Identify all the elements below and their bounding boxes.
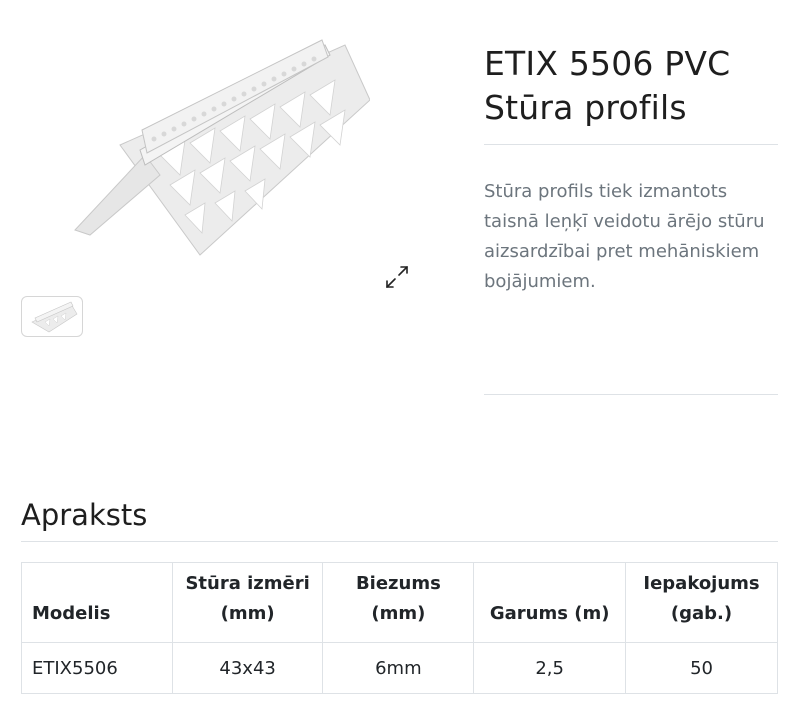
header-corner-size: Stūra izmēri (mm) (171, 562, 324, 643)
header-label: Stūra izmēri (185, 573, 310, 594)
cell-package: 50 (625, 642, 778, 694)
section-title: Apraksts (21, 498, 148, 532)
header-label: Biezums (355, 573, 441, 594)
corner-profile-image (74, 39, 370, 256)
header-model: Modelis (21, 562, 173, 643)
product-title: ETIX 5506 PVC Stūra profils (484, 42, 778, 130)
header-unit: (gab.) (670, 603, 733, 624)
cell-model: ETIX5506 (21, 642, 173, 694)
product-gallery (20, 0, 440, 345)
divider (21, 541, 778, 542)
header-label: Modelis (32, 603, 111, 624)
thumbnail-1[interactable] (21, 296, 83, 337)
expand-arrows-icon (386, 266, 408, 288)
product-info: ETIX 5506 PVC Stūra profils Stūra profil… (484, 42, 778, 297)
header-label: Iepakojums (643, 573, 760, 594)
header-thickness: Biezums (mm) (322, 562, 475, 643)
product-title-line1: ETIX 5506 PVC (484, 44, 731, 83)
header-length: Garums (m) (473, 562, 627, 643)
table-header-row: Modelis Stūra izmēri (mm) Biezums (mm) G… (21, 562, 778, 643)
table-row: ETIX5506 43x43 6mm 2,5 50 (21, 642, 778, 694)
divider (484, 144, 778, 145)
divider (484, 394, 778, 395)
product-description: Stūra profils tiek izmantots taisnā leņķ… (484, 181, 765, 292)
specs-table: Modelis Stūra izmēri (mm) Biezums (mm) G… (21, 562, 778, 694)
zoom-button[interactable] (353, 228, 408, 288)
corner-profile-thumbnail (31, 301, 78, 333)
header-unit: (mm) (220, 603, 275, 624)
product-title-line2: Stūra profils (484, 88, 687, 127)
cell-corner-size: 43x43 (171, 642, 324, 694)
cell-length: 2,5 (473, 642, 627, 694)
header-package: Iepakojums (gab.) (625, 562, 778, 643)
header-label: Garums (m) (489, 603, 610, 624)
header-unit: (mm) (371, 603, 426, 624)
main-product-image[interactable] (20, 0, 440, 288)
cell-thickness: 6mm (322, 642, 475, 694)
